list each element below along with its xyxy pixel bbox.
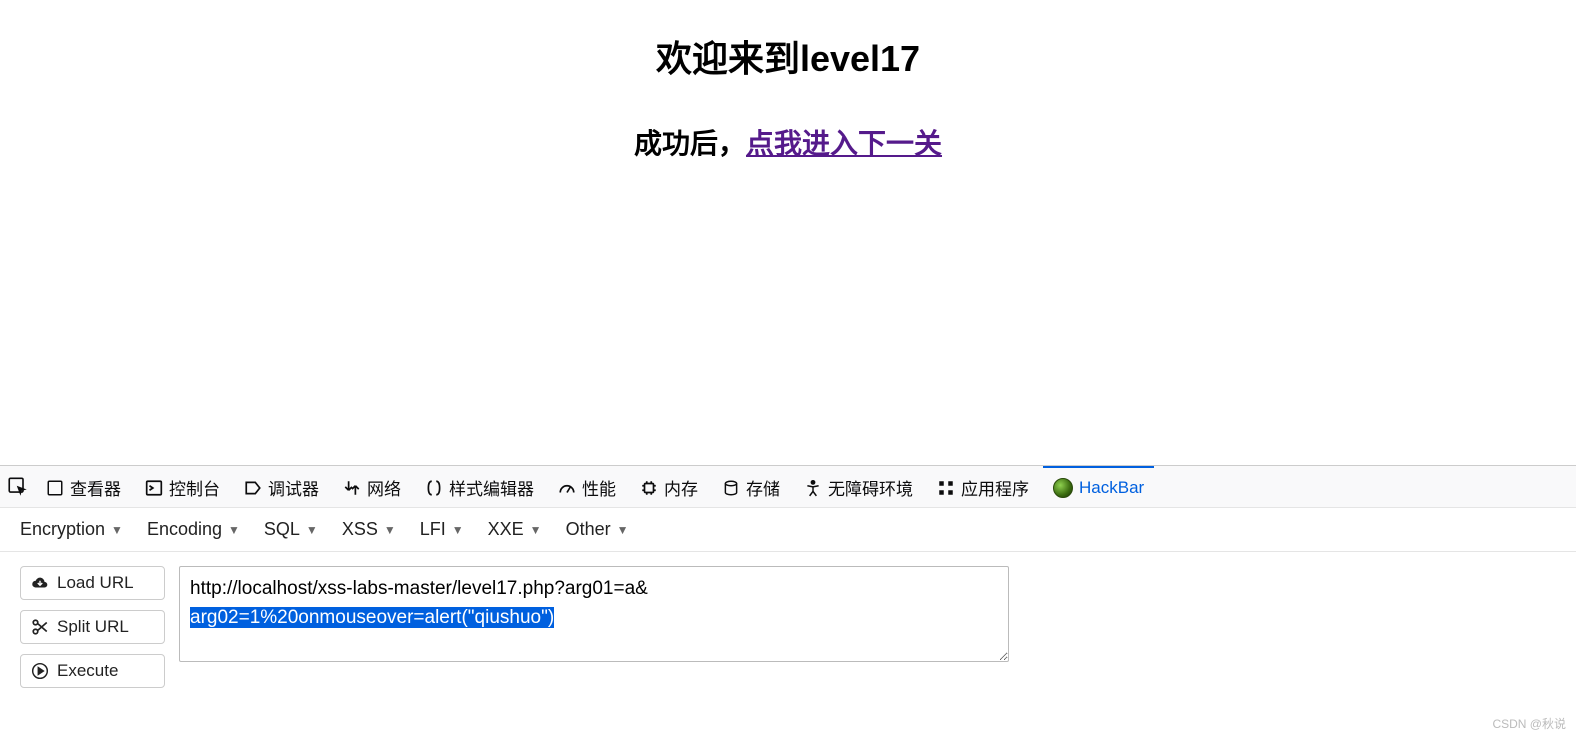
subtitle-prefix: 成功后，	[634, 128, 746, 159]
element-picker-icon[interactable]	[8, 477, 28, 497]
tab-label: 存储	[746, 475, 780, 500]
dropdown-label: XSS	[342, 519, 378, 540]
tab-label: 查看器	[70, 475, 121, 500]
application-icon	[937, 479, 955, 497]
performance-icon	[558, 479, 576, 497]
caret-down-icon: ▼	[452, 523, 464, 537]
tab-storage[interactable]: 存储	[712, 466, 790, 508]
memory-icon	[640, 479, 658, 497]
caret-down-icon: ▼	[384, 523, 396, 537]
caret-down-icon: ▼	[617, 523, 629, 537]
page-subtitle: 成功后，点我进入下一关	[0, 122, 1576, 162]
url-textarea-wrap: http://localhost/xss-labs-master/level17…	[179, 566, 1009, 667]
tab-label: 网络	[367, 475, 401, 500]
play-circle-icon	[31, 662, 49, 680]
dropdown-encryption[interactable]: Encryption ▼	[20, 519, 123, 540]
tab-console[interactable]: 控制台	[135, 466, 230, 508]
tab-hackbar[interactable]: HackBar	[1043, 466, 1154, 508]
tab-label: 内存	[664, 475, 698, 500]
tab-style-editor[interactable]: 样式编辑器	[415, 466, 544, 508]
devtools-tabs: 查看器 控制台 调试器 网络 样式编辑器 性能 内存 存储	[0, 466, 1576, 508]
storage-icon	[722, 479, 740, 497]
split-url-button[interactable]: Split URL	[20, 610, 165, 644]
caret-down-icon: ▼	[111, 523, 123, 537]
tab-performance[interactable]: 性能	[548, 466, 626, 508]
style-icon	[425, 479, 443, 497]
devtools-panel: 查看器 控制台 调试器 网络 样式编辑器 性能 内存 存储	[0, 465, 1576, 738]
dropdown-xss[interactable]: XSS ▼	[342, 519, 396, 540]
tab-label: HackBar	[1079, 478, 1144, 498]
dropdown-label: LFI	[420, 519, 446, 540]
hackbar-toolbar: Encryption ▼ Encoding ▼ SQL ▼ XSS ▼ LFI …	[0, 508, 1576, 552]
url-textarea[interactable]	[179, 566, 1009, 662]
tab-inspector[interactable]: 查看器	[36, 466, 131, 508]
dropdown-label: XXE	[488, 519, 524, 540]
button-label: Split URL	[57, 617, 129, 637]
caret-down-icon: ▼	[228, 523, 240, 537]
tab-accessibility[interactable]: 无障碍环境	[794, 466, 923, 508]
scissors-icon	[31, 618, 49, 636]
watermark: CSDN @秋说	[1492, 715, 1566, 732]
tab-application[interactable]: 应用程序	[927, 466, 1039, 508]
tab-label: 样式编辑器	[449, 475, 534, 500]
next-level-link[interactable]: 点我进入下一关	[746, 128, 942, 159]
page-content: 欢迎来到level17 成功后，点我进入下一关	[0, 0, 1576, 465]
load-url-button[interactable]: Load URL	[20, 566, 165, 600]
page-title: 欢迎来到level17	[0, 30, 1576, 82]
dropdown-label: Encryption	[20, 519, 105, 540]
console-icon	[145, 479, 163, 497]
tab-memory[interactable]: 内存	[630, 466, 708, 508]
dropdown-other[interactable]: Other ▼	[566, 519, 629, 540]
dropdown-encoding[interactable]: Encoding ▼	[147, 519, 240, 540]
debugger-icon	[244, 479, 262, 497]
hackbar-icon	[1053, 478, 1073, 498]
tab-debugger[interactable]: 调试器	[234, 466, 329, 508]
caret-down-icon: ▼	[306, 523, 318, 537]
dropdown-label: Encoding	[147, 519, 222, 540]
dropdown-lfi[interactable]: LFI ▼	[420, 519, 464, 540]
caret-down-icon: ▼	[530, 523, 542, 537]
hackbar-buttons: Load URL Split URL Execute	[20, 566, 165, 688]
dropdown-label: SQL	[264, 519, 300, 540]
tab-label: 控制台	[169, 475, 220, 500]
dropdown-sql[interactable]: SQL ▼	[264, 519, 318, 540]
inspector-icon	[46, 479, 64, 497]
tab-network[interactable]: 网络	[333, 466, 411, 508]
button-label: Load URL	[57, 573, 134, 593]
accessibility-icon	[804, 479, 822, 497]
tab-label: 应用程序	[961, 475, 1029, 500]
hackbar-main: Load URL Split URL Execute http://localh…	[0, 552, 1576, 702]
network-icon	[343, 479, 361, 497]
dropdown-label: Other	[566, 519, 611, 540]
dropdown-xxe[interactable]: XXE ▼	[488, 519, 542, 540]
cloud-download-icon	[31, 574, 49, 592]
tab-label: 调试器	[268, 475, 319, 500]
tab-label: 性能	[582, 475, 616, 500]
tab-label: 无障碍环境	[828, 475, 913, 500]
button-label: Execute	[57, 661, 118, 681]
execute-button[interactable]: Execute	[20, 654, 165, 688]
